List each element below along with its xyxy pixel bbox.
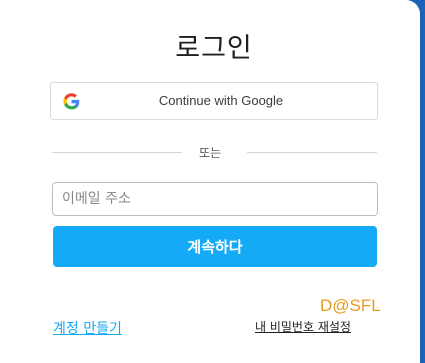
continue-button[interactable]: 계속하다 [53, 226, 377, 267]
continue-with-google-button[interactable]: Continue with Google [50, 82, 378, 120]
create-account-link[interactable]: 계정 만들기 [53, 318, 122, 338]
divider-or-text: 또는 [199, 146, 222, 160]
email-field[interactable] [52, 182, 378, 216]
page-title: 로그인 [175, 33, 253, 64]
divider-line-left [52, 152, 182, 153]
reset-password-link[interactable]: 내 비밀번호 재설정 [255, 318, 351, 335]
divider-line-right [247, 152, 377, 153]
google-button-label: Continue with Google [158, 93, 284, 108]
login-card: 로그인 Continue with Google 또는 계속하다 D@SFL 계… [0, 0, 420, 363]
watermark-text: D@SFL [320, 296, 381, 315]
